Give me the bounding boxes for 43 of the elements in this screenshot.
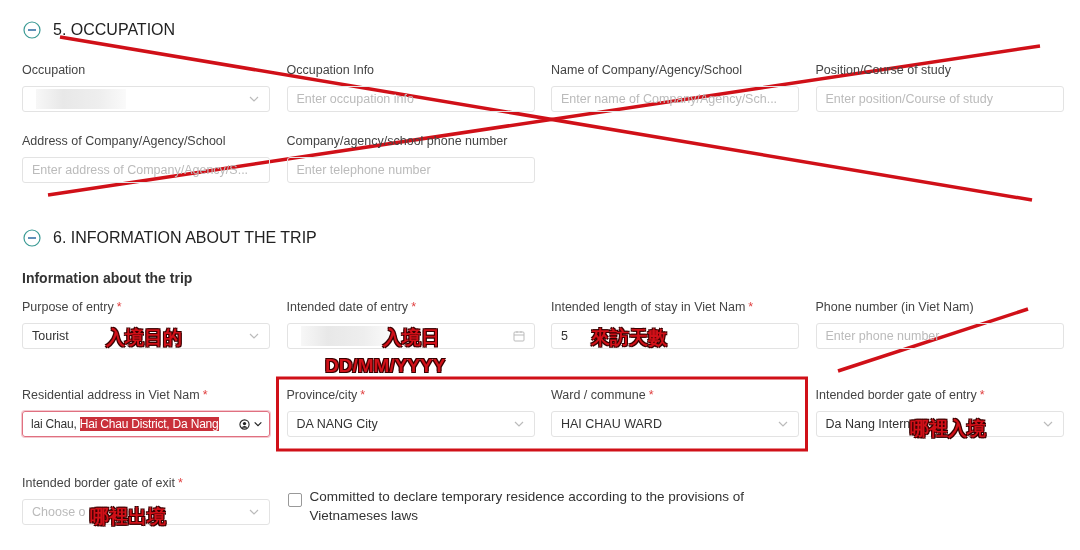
subsection-title: Information about the trip: [22, 270, 194, 286]
required-mark: *: [116, 300, 122, 314]
annotation-text: 入境目的: [106, 326, 182, 350]
required-mark: *: [648, 388, 654, 402]
checkbox[interactable]: [287, 493, 302, 507]
required-mark: *: [979, 388, 985, 402]
annotation-text: DD/MM/YYYY: [325, 354, 446, 378]
field-label: Name of Company/Agency/School: [551, 63, 743, 77]
field-label: Purpose of entry: [22, 300, 114, 314]
checkbox-label: Committed to declare temporary residence according to the provisions of Vietnameses laws: [309, 488, 745, 525]
field-label: Intended border gate of exit: [22, 476, 175, 490]
input-field[interactable]: Enter telephone number: [286, 157, 535, 183]
field-label: Occupation: [22, 63, 86, 77]
select-field[interactable]: DA NANG City: [286, 411, 535, 437]
field-label: Residential address in Viet Nam: [22, 388, 200, 402]
address-field[interactable]: lai Chau, Hai Chau District, Da Nang: [22, 411, 270, 437]
person-icon: [239, 418, 250, 430]
calendar-icon: [512, 330, 525, 342]
required-mark: *: [202, 388, 208, 402]
required-mark: *: [177, 476, 183, 490]
field-label: Address of Company/Agency/School: [22, 134, 226, 148]
annotation-text: 來訪天數: [591, 326, 667, 350]
field-label: Province/city: [286, 388, 358, 402]
input-field[interactable]: Enter position/Course of study: [815, 86, 1064, 112]
required-mark: *: [748, 300, 754, 314]
collapse-icon[interactable]: [23, 21, 41, 39]
annotation-text: 入境日: [383, 326, 440, 350]
select-field[interactable]: HAI CHAU WARD: [551, 411, 799, 437]
input-field[interactable]: Enter occupation info: [286, 86, 535, 112]
field-label: Intended border gate of entry: [815, 388, 977, 402]
field-label: Intended date of entry: [286, 300, 409, 314]
field-label: Phone number (in Viet Nam): [815, 300, 974, 314]
input-field[interactable]: Enter phone number: [815, 323, 1064, 349]
section-title: 6. INFORMATION ABOUT THE TRIP: [53, 229, 317, 247]
field-label: Ward / commune: [551, 388, 646, 402]
date-field[interactable]: [286, 323, 535, 349]
section-title: 5. OCCUPATION: [53, 21, 176, 39]
field-label: Intended length of stay in Viet Nam: [551, 300, 746, 314]
field-label: Occupation Info: [286, 63, 375, 77]
required-mark: *: [360, 388, 366, 402]
collapse-icon[interactable]: [23, 229, 41, 247]
select-field[interactable]: [22, 86, 270, 112]
required-mark: *: [411, 300, 416, 314]
